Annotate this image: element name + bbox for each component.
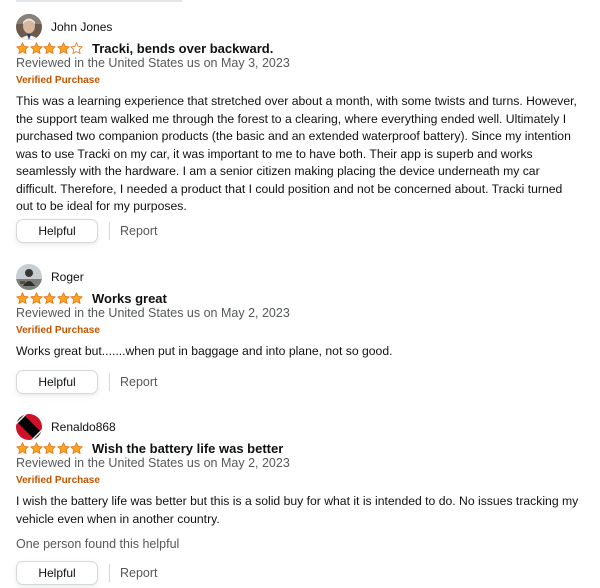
star-filled-icon xyxy=(29,41,43,54)
reviewer-profile[interactable]: Renaldo868 xyxy=(16,414,116,440)
star-filled-icon xyxy=(16,441,29,454)
star-filled-icon xyxy=(29,441,43,454)
star-filled-icon xyxy=(29,291,43,304)
reviewer-name[interactable]: Roger xyxy=(51,270,84,284)
review-body: I wish the battery life was better but t… xyxy=(16,494,579,526)
reviewer-profile[interactable]: Roger xyxy=(16,264,84,290)
star-empty-icon xyxy=(70,41,84,54)
avatar[interactable] xyxy=(16,264,42,290)
review-body: Works great but.......when put in baggag… xyxy=(16,344,393,358)
divider xyxy=(109,222,110,240)
star-filled-icon xyxy=(70,441,84,454)
star-filled-icon xyxy=(16,41,29,54)
review-actions: Helpful Report xyxy=(16,218,158,244)
verified-purchase-badge[interactable]: Verified Purchase xyxy=(16,475,100,486)
helpful-count: One person found this helpful xyxy=(16,537,180,551)
review-card: Roger Works great Reviewed in the United… xyxy=(16,264,586,396)
star-rating[interactable] xyxy=(16,441,84,455)
review-title-row: Tracki, bends over backward. xyxy=(16,39,273,57)
review-title-row: Wish the battery life was better xyxy=(16,439,283,457)
review-actions: Helpful Report xyxy=(16,560,158,586)
review-title-row: Works great xyxy=(16,289,167,307)
review-date: Reviewed in the United States us on May … xyxy=(16,56,290,70)
report-link[interactable]: Report xyxy=(120,566,158,580)
helpful-button[interactable]: Helpful xyxy=(16,370,98,394)
review-body: This was a learning experience that stre… xyxy=(16,94,577,213)
star-filled-icon xyxy=(43,291,56,304)
flag-avatar[interactable] xyxy=(16,414,42,440)
star-filled-icon xyxy=(57,291,70,304)
report-link[interactable]: Report xyxy=(120,224,158,238)
helpful-button[interactable]: Helpful xyxy=(16,219,98,243)
review-title[interactable]: Works great xyxy=(92,291,167,306)
reviewer-profile[interactable]: John Jones xyxy=(16,14,112,40)
review-actions: Helpful Report xyxy=(16,369,158,395)
reviewer-name[interactable]: John Jones xyxy=(51,20,112,34)
verified-purchase-badge[interactable]: Verified Purchase xyxy=(16,75,100,86)
divider xyxy=(109,373,110,391)
star-filled-icon xyxy=(43,41,56,54)
reviewer-name[interactable]: Renaldo868 xyxy=(51,420,116,434)
review-card: Renaldo868 Wish the battery life was bet… xyxy=(16,414,586,588)
star-rating[interactable] xyxy=(16,41,84,55)
review-title[interactable]: Tracki, bends over backward. xyxy=(92,41,273,56)
star-filled-icon xyxy=(16,291,29,304)
divider xyxy=(109,564,110,582)
star-filled-icon xyxy=(43,441,56,454)
star-filled-icon xyxy=(70,291,84,304)
review-card: John Jones Tracki, bends over backward. … xyxy=(16,14,586,246)
report-link[interactable]: Report xyxy=(120,375,158,389)
avatar[interactable] xyxy=(16,14,42,40)
star-filled-icon xyxy=(57,41,70,54)
star-filled-icon xyxy=(57,441,70,454)
section-divider xyxy=(16,0,182,2)
star-rating[interactable] xyxy=(16,291,84,305)
review-date: Reviewed in the United States us on May … xyxy=(16,306,290,320)
review-date: Reviewed in the United States us on May … xyxy=(16,456,290,470)
review-title[interactable]: Wish the battery life was better xyxy=(92,441,283,456)
helpful-button[interactable]: Helpful xyxy=(16,561,98,585)
verified-purchase-badge[interactable]: Verified Purchase xyxy=(16,325,100,336)
